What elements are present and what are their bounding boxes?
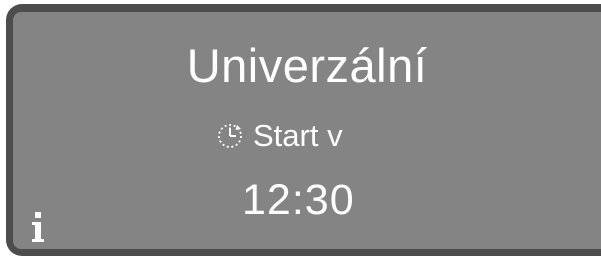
clock-icon: [215, 121, 245, 151]
display-screen: Univerzální Start v 12:30: [13, 12, 601, 249]
start-delay-row: Start v: [215, 116, 343, 156]
program-name: Univerzální: [186, 39, 428, 92]
start-time: 12:30: [242, 176, 355, 224]
start-label: Start v: [253, 118, 343, 153]
info-icon[interactable]: [31, 208, 45, 246]
